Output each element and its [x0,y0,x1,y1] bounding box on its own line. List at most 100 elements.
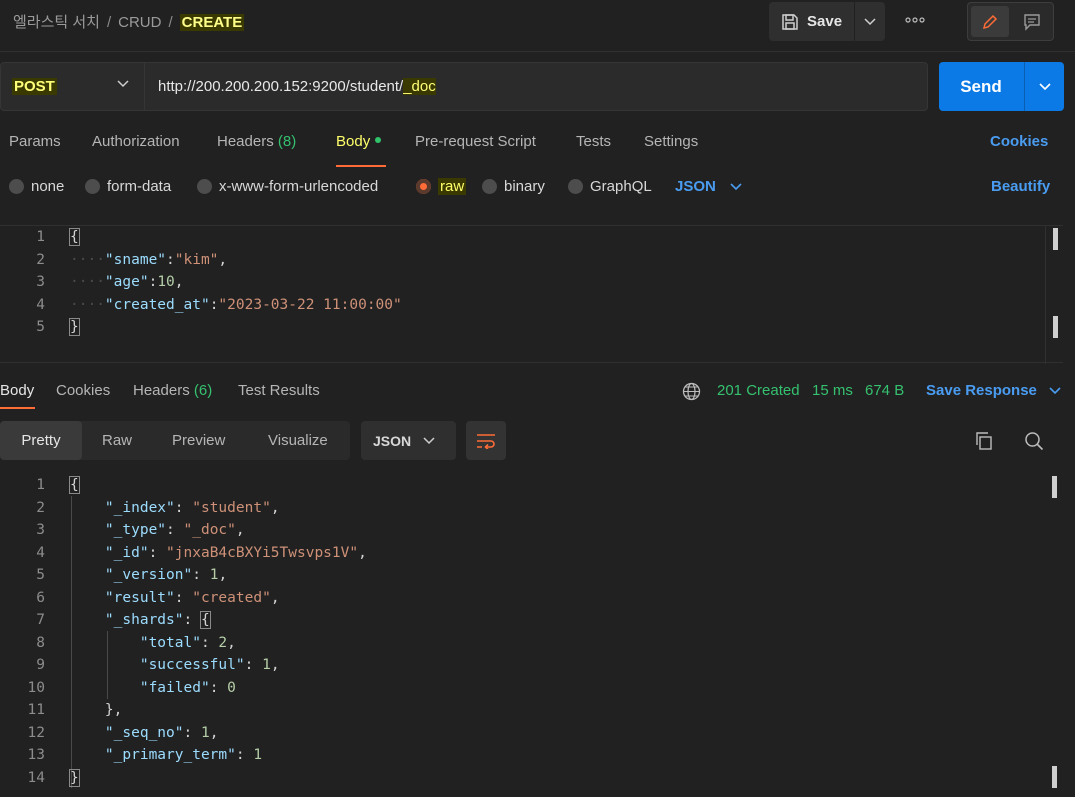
response-time[interactable]: 15 ms [812,382,853,399]
response-format-select[interactable]: JSON [361,421,456,460]
code-line: 5 "_version": 1, [0,564,1040,587]
json-value: "_doc" [183,522,236,539]
response-size[interactable]: 674 B [865,382,904,399]
line-number: 4 [36,544,45,561]
json-key: "_shards" [104,612,184,629]
raw-format-value: JSON [675,178,716,195]
scroll-thumb[interactable] [1053,228,1058,250]
search-button[interactable] [1022,429,1046,453]
json-value: "created" [192,589,271,606]
tab-headers[interactable]: Headers (8) [217,133,296,150]
body-type-form-data[interactable]: form-data [85,178,171,195]
line-number: 1 [36,477,45,494]
chevron-down-icon [864,17,876,25]
response-tab-cookies[interactable]: Cookies [56,382,110,399]
copy-button[interactable] [972,429,996,453]
breadcrumb-collection[interactable]: 엘라스틱 서치 [13,14,100,31]
url-value: http://200.200.200.152:9200/student/_doc [158,78,436,95]
code-line: 2 "_index": "student", [0,497,1040,520]
response-body-viewer[interactable]: 1{ 2 "_index": "student", 3 "_type": "_d… [0,474,1075,797]
line-number: 6 [36,589,45,606]
body-type-graphql[interactable]: GraphQL [568,178,652,195]
response-tab-headers[interactable]: Headers (6) [133,382,212,399]
breadcrumb-folder[interactable]: CRUD [118,14,161,31]
json-key: "_primary_term" [104,747,236,764]
save-button[interactable]: Save [769,2,853,41]
search-icon [1025,432,1044,451]
pencil-icon [982,14,998,29]
url-input[interactable]: http://200.200.200.152:9200/student/_doc [144,62,928,111]
globe-icon[interactable] [682,382,701,401]
scroll-thumb[interactable] [1052,476,1057,498]
method-select[interactable]: POST [0,62,144,111]
cookies-link[interactable]: Cookies [990,133,1048,150]
tab-tests[interactable]: Tests [576,133,611,150]
response-tab-body[interactable]: Body [0,382,34,399]
body-type-none[interactable]: none [9,178,64,195]
radio-icon [85,179,100,194]
more-options-button[interactable] [902,9,928,31]
top-bar: 엘라스틱 서치 / CRUD / CREATE Save [0,0,1075,52]
tab-body[interactable]: Body [336,133,382,150]
raw-format-select[interactable]: JSON [675,178,742,195]
view-tab-raw[interactable]: Raw [102,421,132,460]
view-tab-pretty[interactable]: Pretty [0,421,82,460]
breadcrumb-separator: / [106,14,112,31]
json-key: "total" [139,634,201,651]
code-line: 14} [0,767,1040,790]
breadcrumb: 엘라스틱 서치 / CRUD / CREATE [13,11,245,32]
json-key: "_seq_no" [104,724,184,741]
line-number: 5 [36,567,45,584]
comments-mode-button[interactable] [1013,6,1051,37]
json-value: 1 [253,747,263,764]
code-line: 3 ····"age":10, [0,271,1040,294]
save-response-button[interactable]: Save Response [926,382,1061,399]
status-code[interactable]: 201 Created [717,382,800,399]
code-brace: { [199,611,211,630]
json-key: "result" [104,589,175,606]
breadcrumb-request-name[interactable]: CREATE [179,14,245,31]
wrap-lines-button[interactable] [466,421,506,460]
view-tab-visualize[interactable]: Visualize [268,421,328,460]
beautify-button[interactable]: Beautify [991,178,1050,195]
json-value: 2 [218,634,228,651]
save-options-button[interactable] [854,2,885,41]
line-number: 1 [36,229,45,246]
json-value: 0 [227,679,236,696]
mode-toggle [967,2,1054,41]
scroll-thumb[interactable] [1052,766,1057,788]
response-tab-test-results[interactable]: Test Results [238,382,320,399]
tab-prerequest-script[interactable]: Pre-request Script [415,133,536,150]
tab-params[interactable]: Params [9,133,61,150]
body-modified-dot [375,137,382,144]
json-key: "_type" [104,522,167,539]
tab-headers-count: (8) [277,133,297,150]
body-type-label: raw [438,178,467,195]
radio-icon [482,179,497,194]
code-brace: } [69,768,80,787]
method-value: POST [12,78,57,95]
tab-settings[interactable]: Settings [644,133,698,150]
json-value: "jnxaB4cBXYi5Twsvps1V" [166,544,359,561]
body-type-urlencoded[interactable]: x-www-form-urlencoded [197,178,378,195]
json-key: "_id" [104,544,149,561]
body-type-label: form-data [107,178,172,195]
body-type-binary[interactable]: binary [482,178,545,195]
code-line: 10 "failed": 0 [0,677,1040,700]
tab-authorization[interactable]: Authorization [92,133,180,150]
request-editor-scrollbar[interactable] [1045,226,1063,364]
body-type-raw[interactable]: raw [416,178,467,195]
code-line: 7 "_shards": { [0,609,1040,632]
send-options-button[interactable] [1024,62,1064,111]
edit-mode-button[interactable] [971,6,1009,37]
json-value: "student" [192,499,271,516]
json-value: "kim" [174,251,219,268]
scroll-thumb[interactable] [1053,316,1058,338]
response-viewer-scrollbar[interactable] [1045,474,1063,797]
send-button[interactable]: Send [939,62,1023,111]
line-number: 13 [27,747,45,764]
code-line: 4 ····"created_at":"2023-03-22 11:00:00" [0,294,1040,317]
view-tab-preview[interactable]: Preview [172,421,225,460]
request-body-editor[interactable]: 1{ 2 ····"sname":"kim", 3 ····"age":10, 4 ·… [0,225,1063,364]
line-number: 11 [27,702,45,719]
